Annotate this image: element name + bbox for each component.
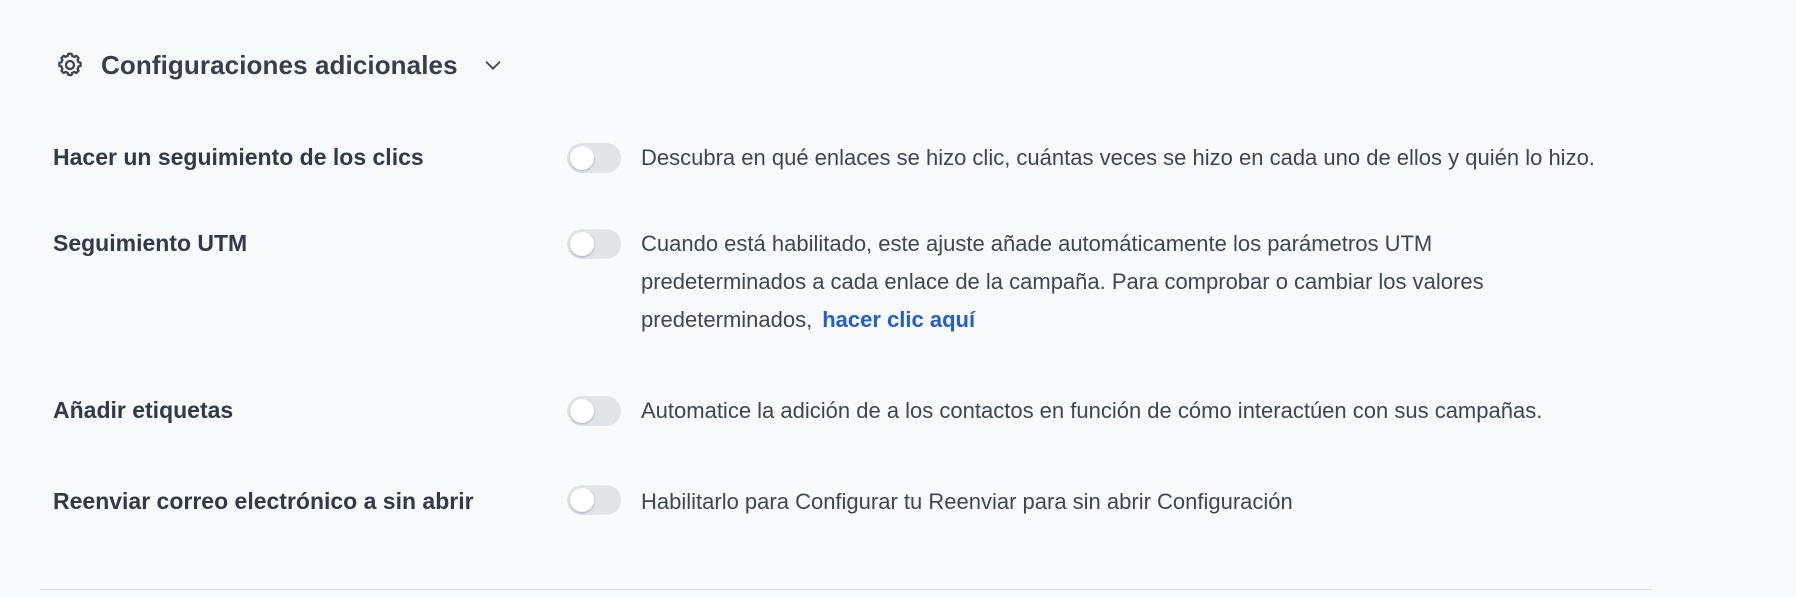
setting-description: Cuando está habilitado, este ajuste añad… — [641, 225, 1541, 339]
setting-label: Hacer un seguimiento de los clics — [53, 144, 424, 170]
section-title: Configuraciones adicionales — [101, 49, 458, 80]
utm-tracking-toggle[interactable] — [567, 229, 621, 259]
add-tags-toggle[interactable] — [567, 396, 621, 426]
section-divider — [40, 589, 1652, 590]
toggle-knob — [570, 146, 594, 170]
setting-description: Automatice la adición de a los contactos… — [641, 398, 1543, 423]
setting-label: Reenviar correo electrónico a sin abrir — [53, 488, 474, 514]
setting-label: Añadir etiquetas — [53, 397, 234, 423]
chevron-down-icon[interactable] — [480, 52, 506, 78]
setting-label: Seguimiento UTM — [53, 230, 248, 256]
setting-description-text: Cuando está habilitado, este ajuste añad… — [641, 231, 1484, 332]
gear-icon — [53, 48, 87, 82]
utm-settings-link[interactable]: hacer clic aquí — [822, 307, 975, 332]
toggle-knob — [570, 488, 594, 512]
additional-settings-panel: Configuraciones adicionales Hacer un seg… — [0, 0, 1796, 597]
resend-unopened-toggle[interactable] — [567, 485, 621, 515]
toggle-knob — [570, 399, 594, 423]
section-header-additional-settings[interactable]: Configuraciones adicionales — [53, 44, 506, 86]
setting-description: Habilitarlo para Configurar tu Reenviar … — [641, 489, 1293, 514]
setting-description: Descubra en qué enlaces se hizo clic, cu… — [641, 145, 1595, 170]
toggle-knob — [570, 232, 594, 256]
click-tracking-toggle[interactable] — [567, 143, 621, 173]
